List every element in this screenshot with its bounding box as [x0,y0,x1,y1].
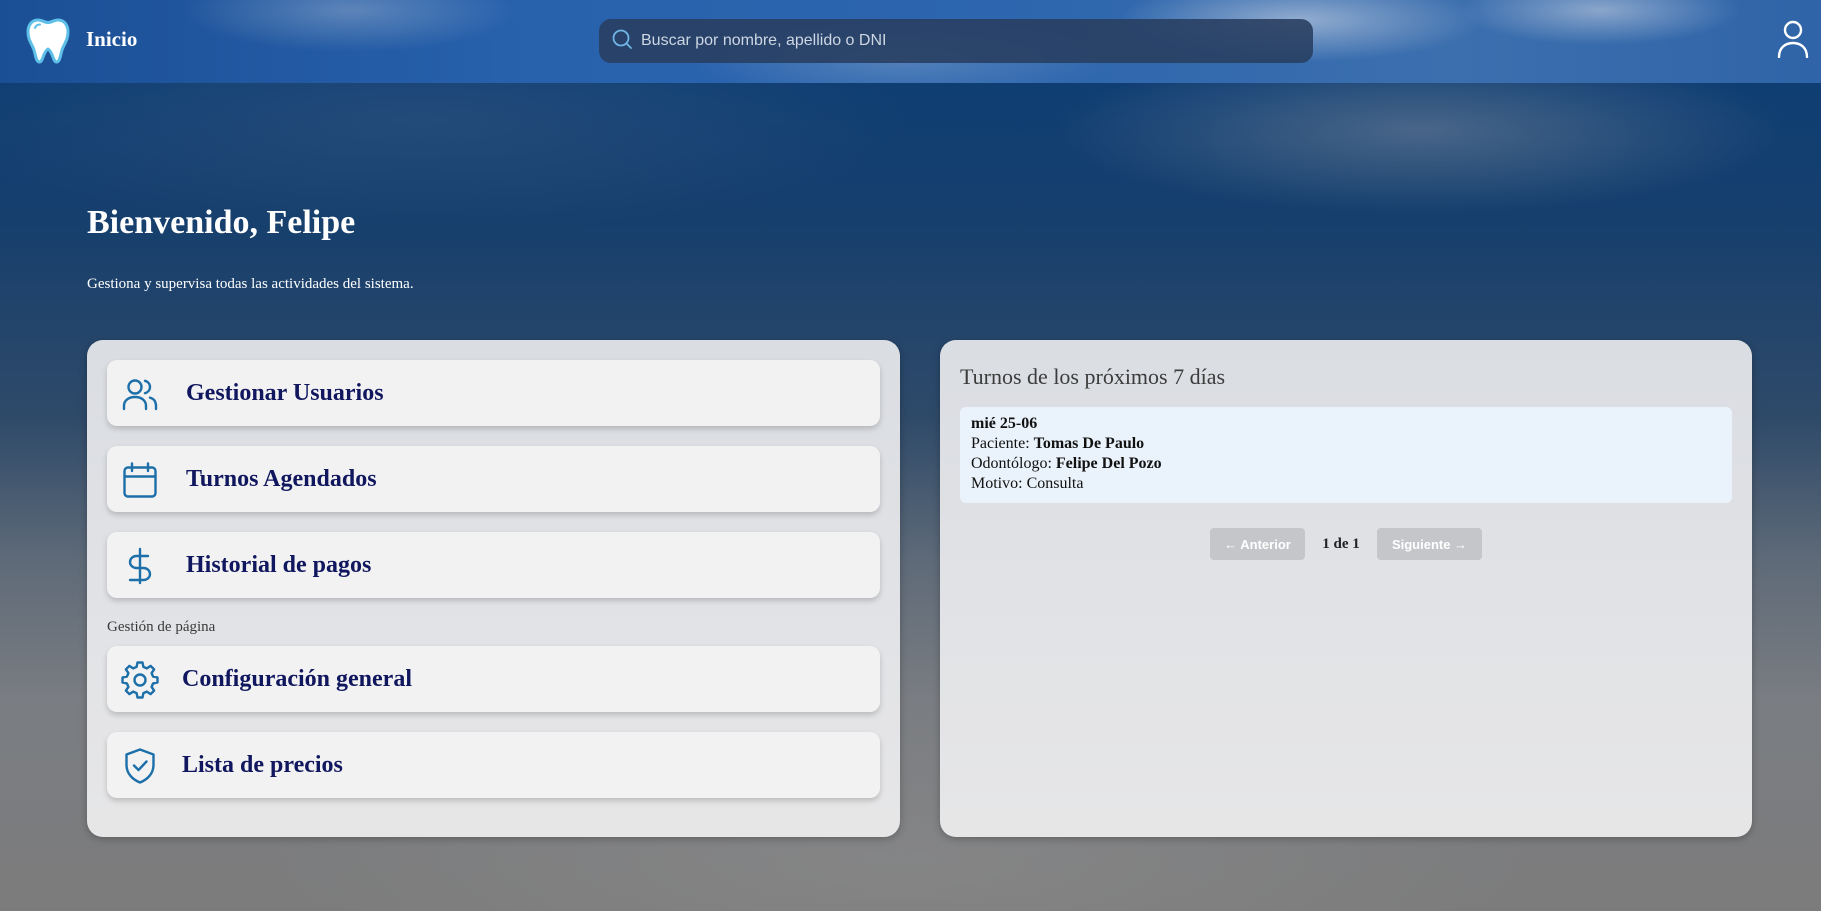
welcome-heading: Bienvenido, Felipe [87,204,356,241]
appointments-title: Turnos de los próximos 7 días [960,364,1226,389]
page-indicator: 1 de 1 [1322,535,1360,552]
users-icon [121,375,159,413]
appointment-patient: Paciente: Tomas De Paulo [971,435,1145,452]
brand-title: Inicio [86,27,138,51]
menu-item-label: Lista de precios [182,751,343,778]
previous-page-button[interactable]: ← Anterior [1210,528,1305,560]
user-menu-button[interactable] [1777,20,1809,59]
top-bar: Inicio [0,0,1821,83]
menu-item-label: Gestionar Usuarios [186,379,384,406]
menu-item-manage-users[interactable]: Gestionar Usuarios [107,360,880,426]
menu-item-scheduled-appointments[interactable]: Turnos Agendados [107,446,880,512]
gear-icon [121,661,159,699]
appointment-card: mié 25-06 Paciente: Tomas De Paulo Odont… [960,407,1732,503]
appointment-date: mié 25-06 [971,415,1038,432]
menu-item-label: Historial de pagos [186,551,372,578]
upcoming-appointments-panel: Turnos de los próximos 7 días mié 25-06 … [940,340,1752,837]
user-icon [1777,20,1809,62]
menu-item-label: Turnos Agendados [186,465,377,492]
menu-item-payment-history[interactable]: Historial de pagos [107,532,880,598]
appointment-reason: Motivo: Consulta [971,475,1084,492]
tooth-icon [26,18,70,69]
calendar-icon [121,461,159,499]
brand-home-link[interactable]: Inicio [26,18,137,69]
shield-check-icon [121,747,159,785]
appointments-pagination: ← Anterior 1 de 1 Siguiente → [940,528,1752,560]
menu-item-price-list[interactable]: Lista de precios [107,732,880,798]
page-management-section-label: Gestión de página [107,619,216,635]
welcome-subtitle: Gestiona y supervisa todas las actividad… [87,276,414,292]
dollar-icon [121,547,159,585]
menu-item-label: Configuración general [182,665,412,692]
search-input[interactable] [639,31,1283,51]
appointment-dentist: Odontólogo: Felipe Del Pozo [971,455,1162,472]
search-bar [599,19,1313,63]
menu-item-general-settings[interactable]: Configuración general [107,646,880,712]
search-icon [611,28,633,55]
next-page-button[interactable]: Siguiente → [1377,528,1482,560]
admin-menu-panel: Gestionar Usuarios Turnos Agendados Hist… [87,340,900,837]
